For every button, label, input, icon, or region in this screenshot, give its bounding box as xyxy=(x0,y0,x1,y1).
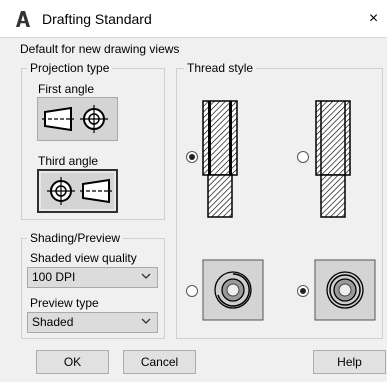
thread-style-legend: Thread style xyxy=(184,61,257,75)
ok-button[interactable]: OK xyxy=(36,350,109,374)
preview-type-label: Preview type xyxy=(30,296,99,310)
thread-side-view-2-icon xyxy=(315,100,351,218)
shading-preview-legend: Shading/Preview xyxy=(27,231,124,245)
thread-end-view-2-icon xyxy=(314,259,376,321)
thread-end-view-1-icon xyxy=(202,259,264,321)
first-angle-label: First angle xyxy=(38,82,95,96)
help-button[interactable]: Help xyxy=(313,350,386,374)
projection-type-legend: Projection type xyxy=(27,61,113,75)
preview-type-value: Shaded xyxy=(32,315,74,329)
thread-option-1-radio[interactable] xyxy=(186,151,198,163)
third-angle-button[interactable] xyxy=(37,169,118,213)
shaded-view-quality-select[interactable]: 100 DPI xyxy=(27,267,158,288)
shaded-view-quality-label: Shaded view quality xyxy=(30,251,137,265)
close-button[interactable]: × xyxy=(360,6,387,32)
thread-end-option-2-radio[interactable] xyxy=(297,285,309,297)
first-angle-button[interactable] xyxy=(37,97,118,141)
window-title: Drafting Standard xyxy=(42,11,152,27)
cancel-button[interactable]: Cancel xyxy=(123,350,196,374)
chevron-down-icon xyxy=(141,273,151,279)
thread-end-option-1-radio[interactable] xyxy=(186,285,198,297)
third-angle-symbol-icon xyxy=(47,177,112,205)
section-title: Default for new drawing views xyxy=(20,42,180,56)
preview-type-select[interactable]: Shaded xyxy=(27,312,158,333)
third-angle-label: Third angle xyxy=(38,154,99,168)
first-angle-symbol-icon xyxy=(42,105,108,133)
chevron-down-icon xyxy=(141,318,151,324)
thread-option-2-radio[interactable] xyxy=(297,151,309,163)
shaded-view-quality-value: 100 DPI xyxy=(32,270,76,284)
app-logo-icon xyxy=(16,11,30,27)
thread-side-view-1-icon xyxy=(202,100,238,218)
